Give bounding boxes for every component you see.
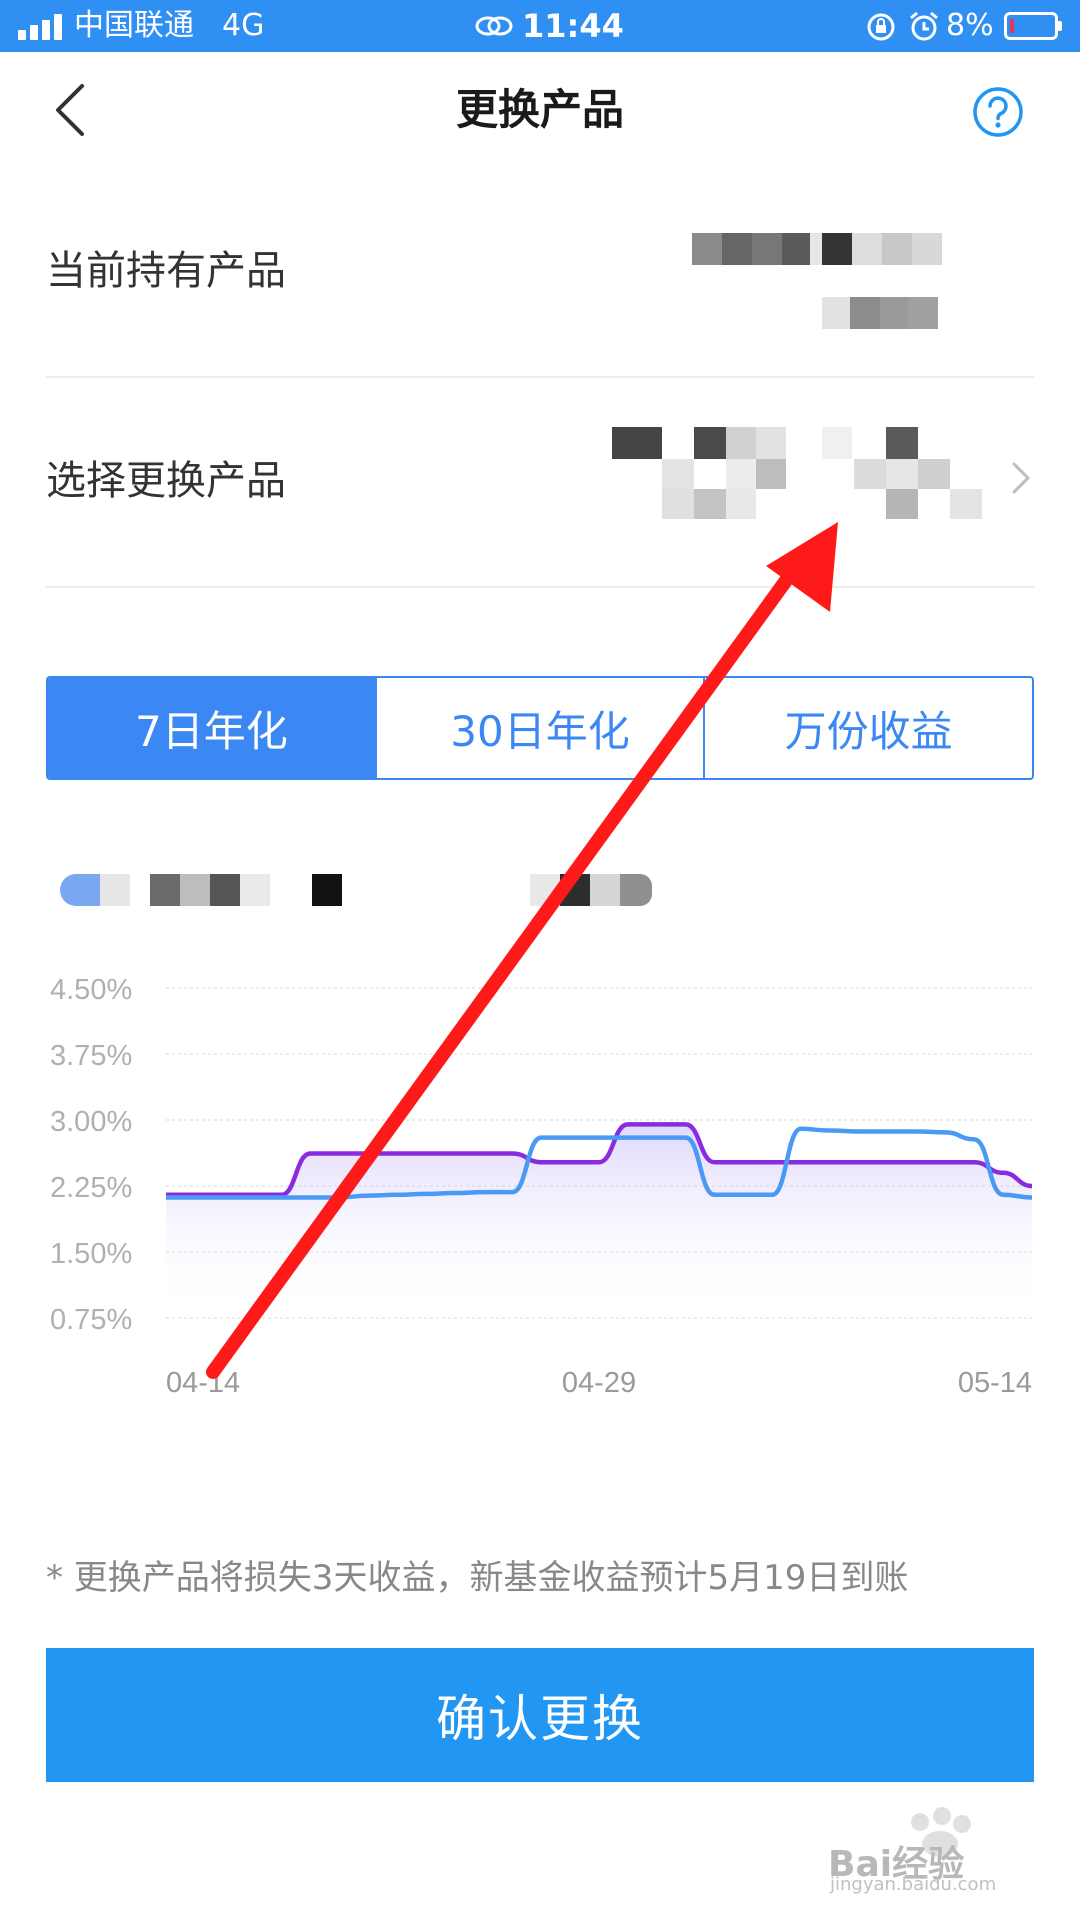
select-product-label: 选择更换产品: [46, 458, 286, 504]
loss-notice: * 更换产品将损失3天收益，新基金收益预计5月19日到账: [46, 1558, 909, 1598]
confirm-change-button[interactable]: 确认更换: [46, 1648, 1034, 1782]
clock: 11:44: [522, 7, 624, 45]
select-product-value-blurred[interactable]: [600, 425, 990, 555]
period-tabs: 7日年化 30日年化 万份收益: [46, 676, 1034, 780]
signal-icon: [18, 14, 64, 40]
series-area: [166, 1124, 1032, 1318]
carrier-name: 中国联通: [74, 8, 194, 43]
y-tick-label: 2.25%: [50, 1172, 132, 1204]
rotation-lock-icon: [867, 13, 895, 41]
tab-10k-income[interactable]: 万份收益: [703, 678, 1032, 778]
y-tick-label: 3.00%: [50, 1106, 132, 1138]
yield-line-chart: 4.50% 3.75% 3.00% 2.25% 1.50% 0.75% 04-14 04-2…: [50, 974, 1033, 1399]
x-tick-label: 05-14: [958, 1367, 1032, 1399]
battery-tip: [1058, 21, 1062, 31]
current-product-value-blurred: [650, 225, 1000, 335]
y-tick-label: 0.75%: [50, 1304, 132, 1336]
battery-icon: [1004, 12, 1058, 40]
x-tick-label: 04-29: [562, 1367, 636, 1399]
chevron-right-icon[interactable]: [1010, 460, 1032, 496]
status-bar: 中国联通 4G 11:44 8%: [0, 0, 1080, 52]
current-product-label: 当前持有产品: [46, 248, 286, 294]
chart-legend-blurred: [60, 872, 760, 908]
watermark-url: jingyan.baidu.com: [830, 1874, 997, 1895]
x-tick-label: 04-14: [166, 1367, 240, 1399]
divider: [46, 376, 1034, 378]
divider: [46, 586, 1034, 588]
alarm-icon: [910, 11, 938, 41]
battery-percent: 8%: [946, 8, 994, 43]
page-title: 更换产品: [455, 85, 624, 134]
y-tick-label: 4.50%: [50, 974, 132, 1006]
link-icon: [475, 16, 513, 36]
tab-7day[interactable]: 7日年化: [48, 678, 375, 778]
y-tick-label: 3.75%: [50, 1040, 132, 1072]
y-tick-label: 1.50%: [50, 1238, 132, 1270]
tab-30day[interactable]: 30日年化: [374, 678, 704, 778]
help-icon[interactable]: [972, 86, 1024, 138]
network-type: 4G: [222, 8, 265, 43]
